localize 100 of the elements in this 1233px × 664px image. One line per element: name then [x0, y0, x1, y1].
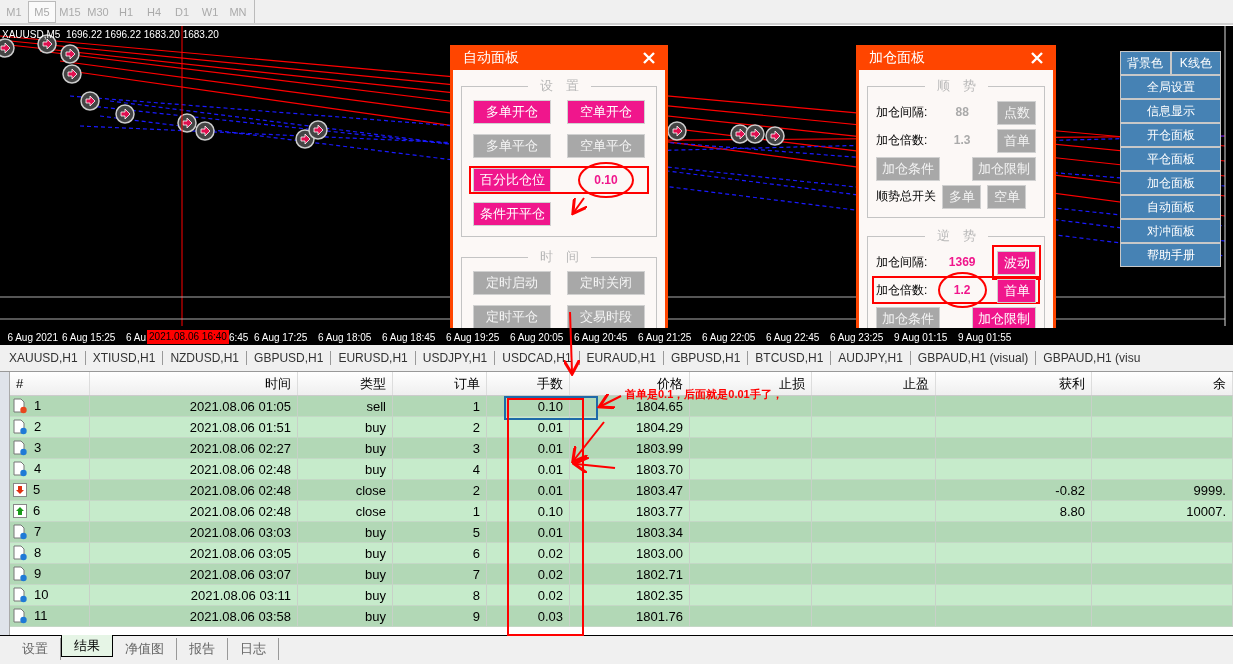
bottom-tab[interactable]: 结果 [61, 635, 113, 657]
menu-button[interactable]: 加仓面板 [1120, 171, 1221, 195]
timeframe-button[interactable]: M30 [84, 1, 112, 23]
trade-marker [115, 104, 135, 124]
symbol-tab[interactable]: NZDUSD,H1 [163, 349, 247, 367]
menu-button[interactable]: 开仓面板 [1120, 123, 1221, 147]
menu-button[interactable]: 全局设置 [1120, 75, 1221, 99]
panel-button[interactable]: 定时关闭 [567, 271, 645, 295]
document-icon [13, 545, 28, 561]
timeframe-button[interactable]: M1 [0, 1, 28, 23]
panel-button[interactable]: 加仓条件 [876, 306, 940, 328]
menu-button[interactable]: 帮助手册 [1120, 243, 1221, 267]
table-cell: buy [365, 567, 386, 582]
document-icon [13, 461, 28, 477]
symbol-tab[interactable]: EURUSD,H1 [331, 349, 415, 367]
table-cell: 2 [472, 483, 480, 498]
axis-label: 6 Aug 20:45 [574, 331, 628, 343]
panel-button[interactable]: 空单平仓 [567, 134, 645, 158]
menu-button[interactable]: 信息显示 [1120, 99, 1221, 123]
table-cell-text: 1 [34, 397, 42, 416]
table-cell: 0.01 [537, 525, 563, 540]
table-cell: 2021.08.06 03:05 [189, 546, 291, 561]
bottom-tab[interactable]: 净值图 [113, 638, 177, 660]
table-cell: 2021.08.06 03:07 [189, 567, 291, 582]
symbol-tab[interactable]: GBPAUD,H1 (visu [1036, 349, 1148, 367]
symbol-tab[interactable]: EURAUD,H1 [579, 349, 663, 367]
bottom-tab[interactable]: 日志 [228, 638, 279, 660]
value-text: 0.10 [578, 162, 634, 198]
panel-button[interactable]: 波动 [997, 250, 1036, 275]
bottom-tab[interactable]: 报告 [177, 638, 228, 660]
menu-button[interactable]: K线色 [1170, 51, 1221, 75]
panel-button[interactable]: 条件开平仓 [473, 202, 551, 226]
timeframe-button[interactable]: MN [224, 1, 252, 23]
panel-button[interactable]: 交易时段 [567, 305, 645, 328]
column-header[interactable]: 止盈 [812, 372, 936, 395]
panel-button[interactable]: 加仓条件 [876, 156, 940, 181]
trade-marker [80, 91, 100, 111]
symbol-tab[interactable]: USDCAD,H1 [495, 349, 579, 367]
symbol-tab[interactable]: XTIUSD,H1 [85, 349, 163, 367]
panel-button[interactable]: 点数 [997, 100, 1036, 125]
menu-button[interactable]: 平仓面板 [1120, 147, 1221, 171]
axis-label: 6 Aug 19:25 [446, 331, 500, 343]
table-cell: 1802.35 [636, 588, 683, 603]
column-header[interactable]: 类型 [298, 372, 393, 395]
symbol-tab[interactable]: GBPUSD,H1 [663, 349, 748, 367]
symbol-tab[interactable]: USDJPY,H1 [415, 349, 495, 367]
panel-button[interactable]: 加仓限制 [972, 156, 1036, 181]
axis-label: 6 Aug 20:05 [510, 331, 564, 343]
timeframe-button[interactable]: W1 [196, 1, 224, 23]
panel-button[interactable]: 百分比仓位 [473, 168, 551, 192]
arrow-down-icon [13, 483, 27, 497]
panel-button[interactable]: 定时平仓 [473, 305, 551, 328]
panel-button[interactable]: 首单 [997, 128, 1036, 153]
panel-button[interactable]: 空单开仓 [567, 100, 645, 124]
panel-button[interactable]: 多单开仓 [473, 100, 551, 124]
close-icon[interactable] [1031, 51, 1043, 64]
menu-button[interactable]: 自动面板 [1120, 195, 1221, 219]
field-label: 加仓倍数: [876, 132, 928, 149]
table-cell: 8.80 [1059, 504, 1085, 519]
panel-button[interactable]: 首单 [997, 278, 1036, 303]
symbol-tab[interactable]: GBPAUD,H1 (visual) [910, 349, 1036, 367]
table-cell-text: 10 [34, 586, 49, 605]
axis-label: 9 Aug 01:55 [958, 331, 1012, 343]
panel-button[interactable]: 加仓限制 [972, 306, 1036, 328]
document-icon [13, 398, 28, 414]
table-cell: 1804.29 [636, 420, 683, 435]
timeframe-button[interactable]: D1 [168, 1, 196, 23]
column-header[interactable]: 手数 [487, 372, 570, 395]
close-icon[interactable] [643, 51, 655, 64]
table-cell: buy [365, 546, 386, 561]
table-cell: 1803.70 [636, 462, 683, 477]
panel-button[interactable]: 空单 [987, 184, 1026, 209]
axis-label: 6 Aug 22:45 [766, 331, 820, 343]
table-cell-text: 3 [34, 439, 42, 458]
table-cell: 1804.65 [636, 399, 683, 414]
column-header[interactable]: 时间 [90, 372, 298, 395]
menu-button[interactable]: 背景色 [1120, 51, 1171, 75]
timeframe-button[interactable]: M5 [28, 1, 56, 23]
panel-button[interactable]: 定时启动 [473, 271, 551, 295]
symbol-tab[interactable]: AUDJPY,H1 [831, 349, 910, 367]
document-icon [13, 566, 28, 582]
symbol-tab[interactable]: GBPUSD,H1 [247, 349, 331, 367]
table-cell: close [355, 483, 386, 498]
table-cell-text: 4 [34, 460, 42, 479]
document-icon [13, 440, 28, 456]
panel-button[interactable]: 多单 [942, 184, 981, 209]
table-cell-text: 2 [34, 418, 42, 437]
timeframe-button[interactable]: M15 [56, 1, 84, 23]
column-header[interactable]: 余 [1092, 372, 1233, 395]
symbol-tab[interactable]: BTCUSD,H1 [748, 349, 831, 367]
symbol-tab[interactable]: XAUUSD,H1 [2, 349, 85, 367]
column-header[interactable]: 获利 [936, 372, 1092, 395]
panel-button[interactable]: 多单平仓 [473, 134, 551, 158]
column-header[interactable]: 订单 [393, 372, 487, 395]
menu-button[interactable]: 对冲面板 [1120, 219, 1221, 243]
table-cell: buy [365, 420, 386, 435]
column-header[interactable]: # [10, 372, 90, 395]
table-cell: 5 [472, 525, 480, 540]
table-cell: 2021.08.06 02:48 [189, 462, 291, 477]
table-cell: 0.10 [537, 399, 563, 414]
